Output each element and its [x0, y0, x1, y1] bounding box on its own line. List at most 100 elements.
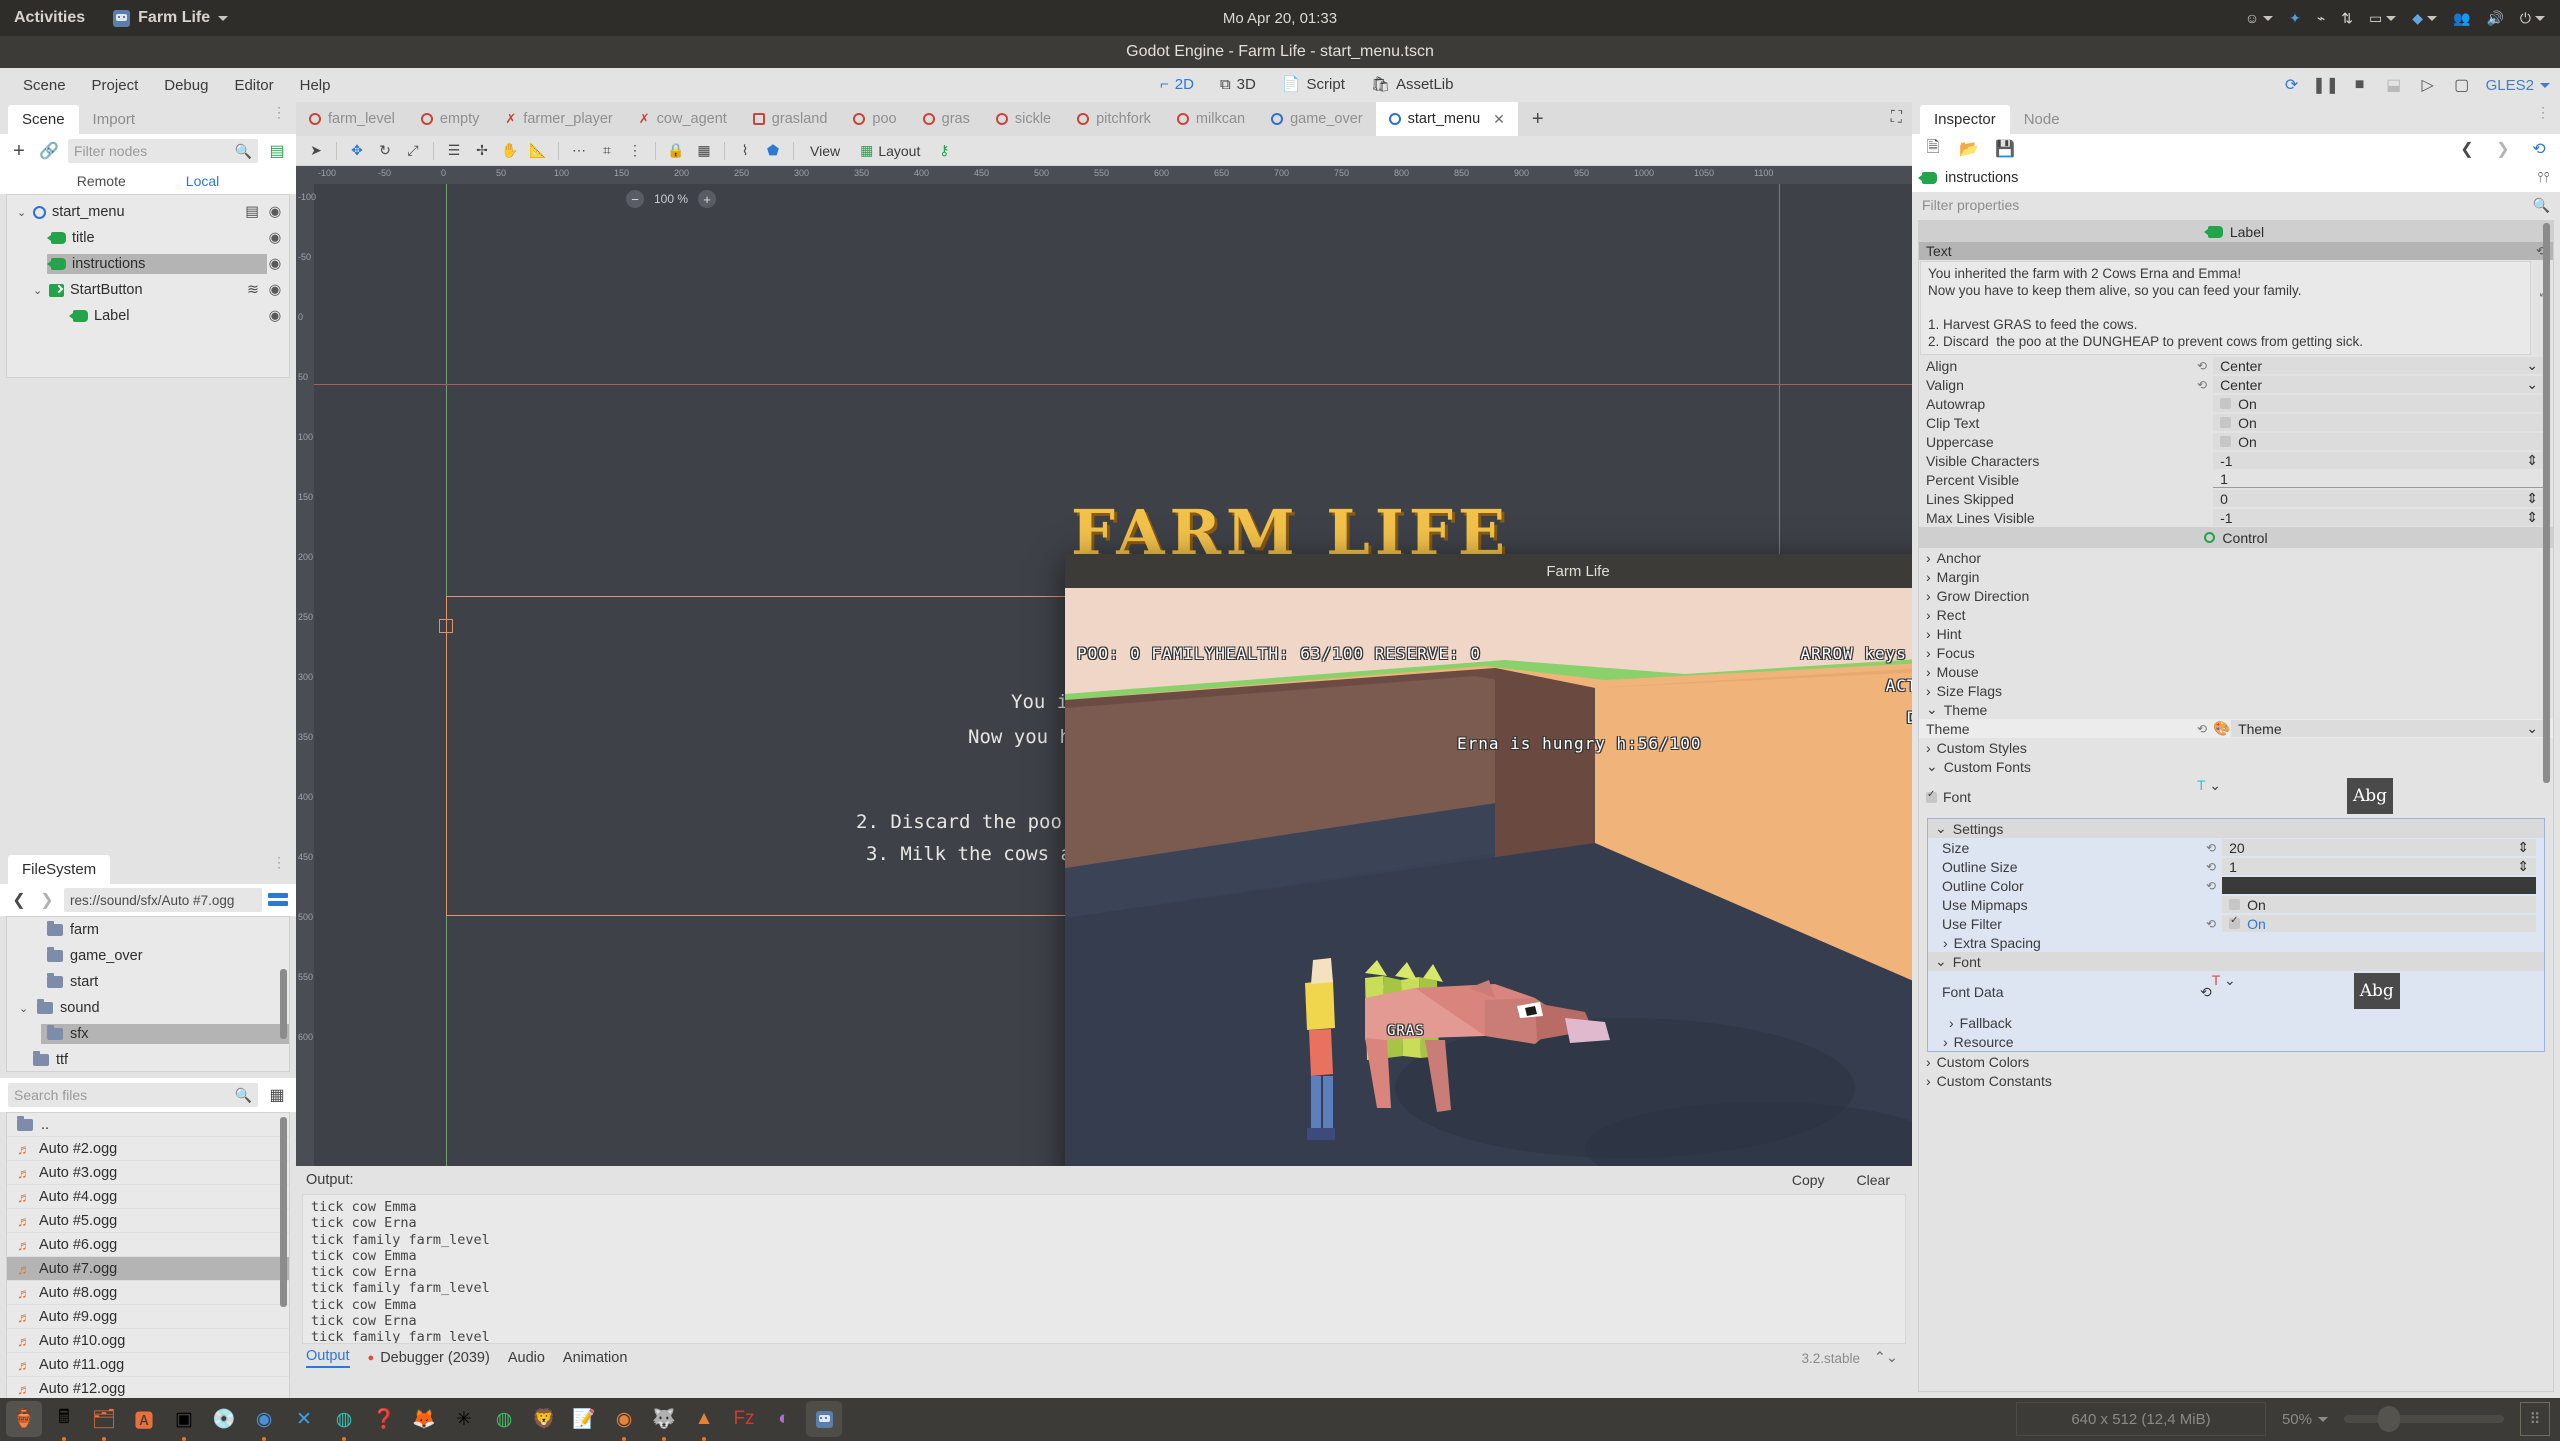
property-outline-color[interactable]: Outline Color ⟲ — [1928, 876, 2544, 895]
group-custom-fonts[interactable]: ⌄ Custom Fonts — [1919, 757, 2553, 776]
network-icon[interactable]: ⇅ — [2334, 0, 2360, 36]
property-outline-size[interactable]: Outline Size ⟲ 1 ⇕ — [1928, 857, 2544, 876]
usb-icon[interactable]: ⌁ — [2310, 0, 2332, 36]
group-mouse[interactable]: › Mouse — [1919, 662, 2553, 681]
output-log[interactable]: tick cow Emma tick cow Erna tick family … — [302, 1194, 1906, 1344]
property-clip-text[interactable]: Clip Text ⟲ On — [1919, 413, 2553, 432]
outline-size-spinner[interactable]: 1 ⇕ — [2222, 858, 2536, 875]
list-item[interactable]: ♬ Auto #11.ogg — [7, 1353, 289, 1377]
visibility-icon[interactable]: ◉ — [267, 230, 283, 246]
dock-menu-icon[interactable]: ⋮ — [272, 105, 286, 119]
revert-icon[interactable]: ⟲ — [2206, 841, 2216, 855]
file-list[interactable]: .. ♬ Auto #2.ogg ♬ Auto #3.ogg ♬ Auto #4.og… — [6, 1112, 290, 1412]
list-select-icon[interactable]: ☰ — [442, 139, 466, 163]
group-resource[interactable]: › Resource — [1928, 1032, 2544, 1051]
mode-2d[interactable]: ⌐ 2D — [1150, 72, 1204, 97]
object-menu-icon[interactable]: ⫯⫯ — [2537, 170, 2550, 186]
add-node-button[interactable]: + — [8, 140, 30, 162]
font-icon[interactable]: 🅰 — [126, 1401, 162, 1437]
group-custom-colors[interactable]: › Custom Colors — [1919, 1052, 2553, 1071]
save-resource-icon[interactable]: 💾 — [1994, 138, 2016, 160]
vlc-icon[interactable]: ▲ — [686, 1401, 722, 1441]
mode-assetlib[interactable]: 🛍 AssetLib — [1361, 71, 1464, 97]
lock-icon[interactable]: 🔒 — [664, 139, 688, 163]
autowrap-checkbox[interactable]: On — [2213, 395, 2545, 412]
close-icon[interactable]: ✕ — [1493, 111, 1505, 128]
visible-characters-spinner[interactable]: -1 ⇕ — [2213, 452, 2545, 469]
calculator-icon[interactable]: 🖩 — [46, 1401, 82, 1441]
fs-tree-scrollbar[interactable] — [280, 969, 287, 1039]
text-property-value[interactable]: You inherited the farm with 2 Cows Erna … — [1920, 261, 2531, 355]
scene-tab-start_menu[interactable]: start_menu ✕ — [1375, 102, 1518, 136]
krita-icon[interactable]: ◐ — [766, 1401, 802, 1437]
gimp-icon[interactable]: 🐺 — [646, 1401, 682, 1441]
group-grow-direction[interactable]: › Grow Direction — [1919, 586, 2553, 605]
group-focus[interactable]: › Focus — [1919, 643, 2553, 662]
visibility-icon[interactable]: ◉ — [267, 256, 283, 272]
godot-icon[interactable] — [806, 1401, 842, 1437]
script-icon[interactable]: ▤ — [245, 204, 259, 220]
history-menu-icon[interactable]: ⟲ — [2528, 138, 2550, 160]
property-align[interactable]: Align ⟲ Center ⌄ — [1919, 356, 2553, 375]
ruler-tool-icon[interactable]: 📐 — [526, 139, 550, 163]
menu-debug[interactable]: Debug — [151, 73, 221, 98]
group-theme[interactable]: ⌄ Theme — [1919, 700, 2553, 719]
tab-node[interactable]: Node — [2010, 105, 2074, 134]
visibility-icon[interactable]: ◉ — [267, 282, 283, 298]
skeleton-icon[interactable]: ⌇ — [733, 139, 757, 163]
property-list[interactable]: Label Text ⟲ You inherited the farm with… — [1918, 220, 2554, 1392]
open-resource-icon[interactable]: 📂 — [1958, 138, 1980, 160]
zoom-out-button[interactable]: − — [626, 190, 644, 208]
group-fallback[interactable]: › Fallback — [1928, 1013, 2544, 1032]
list-item[interactable]: .. — [7, 1113, 289, 1137]
uppercase-checkbox[interactable]: On — [2213, 433, 2545, 450]
new-resource-icon[interactable]: 🗎 — [1922, 138, 1944, 160]
tab-output[interactable]: Output — [306, 1348, 350, 1368]
visibility-icon[interactable]: ◉ — [267, 308, 283, 324]
scene-tab-pitchfork[interactable]: pitchfork — [1064, 102, 1164, 136]
pivot-tool-icon[interactable]: ✢ — [470, 139, 494, 163]
property-theme[interactable]: Theme ⟲ 🎨 Theme ⌄ — [1919, 719, 2553, 738]
tab-scene[interactable]: Scene — [8, 105, 79, 134]
mode-3d[interactable]: ⧉ 3D — [1210, 72, 1266, 97]
list-item[interactable]: ♬ Auto #2.ogg — [7, 1137, 289, 1161]
property-uppercase[interactable]: Uppercase ⟲ On — [1919, 432, 2553, 451]
scale-tool-icon[interactable]: ⤢ — [401, 139, 425, 163]
property-use-filter[interactable]: Use Filter ⟲ On — [1928, 914, 2544, 933]
bone-icon[interactable]: ⬟ — [761, 139, 785, 163]
mode-script[interactable]: 📄 Script — [1272, 71, 1355, 97]
dock-menu-icon[interactable]: ⋮ — [2536, 105, 2550, 119]
smiley-icon[interactable]: ☺ — [2238, 0, 2280, 36]
group-size-flags[interactable]: › Size Flags — [1919, 681, 2553, 700]
revert-icon[interactable]: ⟲ — [2206, 860, 2216, 874]
bluetooth-icon[interactable]: ✦ — [2282, 0, 2308, 36]
move-tool-icon[interactable]: ✥ — [345, 139, 369, 163]
menu-help[interactable]: Help — [287, 73, 344, 98]
tab-animation[interactable]: Animation — [563, 1350, 627, 1366]
attach-script-button[interactable]: ▤ — [266, 140, 288, 162]
current-path[interactable]: res://sound/sfx/Auto #7.ogg — [64, 888, 262, 912]
html5-icon[interactable]: ⬓ — [2384, 75, 2404, 95]
revert-icon[interactable]: ⟲ — [2197, 378, 2207, 392]
scene-tab-sickle[interactable]: sickle — [983, 102, 1064, 136]
power-icon[interactable]: ⏻ — [2513, 0, 2552, 36]
rotate-tool-icon[interactable]: ↻ — [373, 139, 397, 163]
stop-icon[interactable]: ■ — [2350, 75, 2370, 95]
group-custom-styles[interactable]: › Custom Styles — [1919, 738, 2553, 757]
signal-icon[interactable]: ≋ — [247, 282, 259, 298]
filezilla-icon[interactable]: Fz — [726, 1401, 762, 1437]
dropbox-icon[interactable]: ◆ — [2405, 0, 2444, 36]
font-data-resource-picker[interactable]: T Abg ⌄ — [2212, 972, 2400, 1012]
fs-folder-sound[interactable]: ⌄ sound — [7, 995, 289, 1021]
dock-menu-icon[interactable]: ⋮ — [272, 855, 286, 869]
help-icon[interactable]: ❓ — [366, 1401, 402, 1437]
property-autowrap[interactable]: Autowrap ⟲ On — [1919, 394, 2553, 413]
zoom-selector[interactable]: 50% — [2282, 1411, 2328, 1428]
list-item[interactable]: ♬ Auto #9.ogg — [7, 1305, 289, 1329]
local-button[interactable]: Local — [186, 173, 219, 189]
property-font-data[interactable]: Font Data ⟲ T Abg ⌄ — [1928, 971, 2544, 1013]
list-item[interactable]: ♬ Auto #5.ogg — [7, 1209, 289, 1233]
renderer-selector[interactable]: GLES2 — [2486, 77, 2550, 94]
play-custom-scene-icon[interactable]: ▢ — [2452, 75, 2472, 95]
play-scene-icon[interactable]: ▷ — [2418, 75, 2438, 95]
